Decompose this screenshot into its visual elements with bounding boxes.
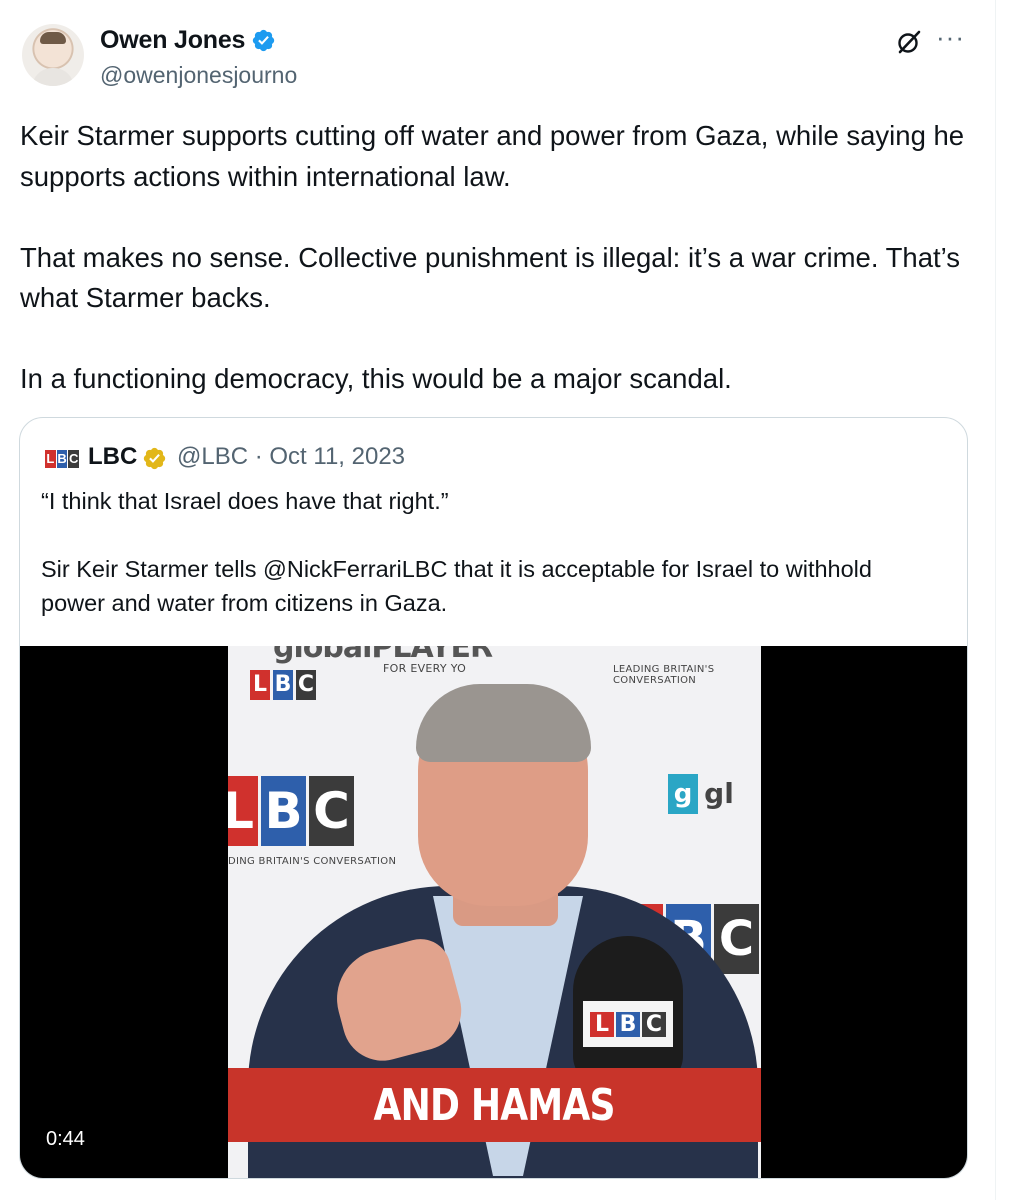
microphone-lbc-tag: L B C xyxy=(583,1001,673,1047)
quoted-author-name[interactable]: LBC xyxy=(88,443,137,471)
timeline-border xyxy=(995,0,996,1200)
video-player[interactable]: globalPLAYER FOR EVERY YO LEADING BRITAI… xyxy=(20,646,967,1178)
author-handle[interactable]: @owenjonesjourno xyxy=(100,62,297,89)
backdrop-lbc-logo: L B C xyxy=(228,776,354,846)
backdrop-tagline: LEADING BRITAIN'S CONVERSATION xyxy=(613,664,715,686)
verified-gold-badge-icon xyxy=(143,447,166,470)
video-caption-bar: AND HAMAS xyxy=(228,1068,761,1142)
more-options-button[interactable]: ··· xyxy=(936,22,965,53)
tweet-text: Keir Starmer supports cutting off water … xyxy=(20,116,970,400)
backdrop-for-every: FOR EVERY YO xyxy=(383,662,467,675)
avatar-hair xyxy=(40,32,66,44)
avatar[interactable] xyxy=(22,24,84,86)
grok-icon[interactable] xyxy=(895,28,923,56)
person-hair xyxy=(416,684,591,762)
quoted-tweet[interactable]: L B C LBC @LBC · Oct 11, 2023 “I think t… xyxy=(19,417,968,1179)
backdrop-tagline-partial: DING BRITAIN'S CONVERSATION xyxy=(228,856,397,867)
video-frame: globalPLAYER FOR EVERY YO LEADING BRITAI… xyxy=(228,646,761,1178)
video-duration: 0:44 xyxy=(46,1128,85,1150)
verified-badge-icon xyxy=(252,29,275,52)
tweet-paragraph: That makes no sense. Collective punishme… xyxy=(20,241,960,314)
backdrop-global-logo: g gl xyxy=(668,774,737,814)
avatar-shirt xyxy=(32,68,74,86)
backdrop-lbc-logo: L B C xyxy=(250,670,316,700)
tweet-paragraph: In a functioning democracy, this would b… xyxy=(20,363,732,394)
quoted-handle-date[interactable]: @LBC · Oct 11, 2023 xyxy=(177,443,405,471)
quoted-tweet-text: “I think that Israel does have that righ… xyxy=(41,484,941,620)
quoted-paragraph: “I think that Israel does have that righ… xyxy=(41,488,449,514)
author-name[interactable]: Owen Jones xyxy=(100,26,245,55)
tweet-paragraph: Keir Starmer supports cutting off water … xyxy=(20,120,965,192)
video-caption: AND HAMAS xyxy=(373,1079,616,1131)
lbc-avatar-logo[interactable]: L B C xyxy=(45,450,80,468)
quoted-paragraph: Sir Keir Starmer tells @NickFerrariLBC t… xyxy=(41,556,872,616)
